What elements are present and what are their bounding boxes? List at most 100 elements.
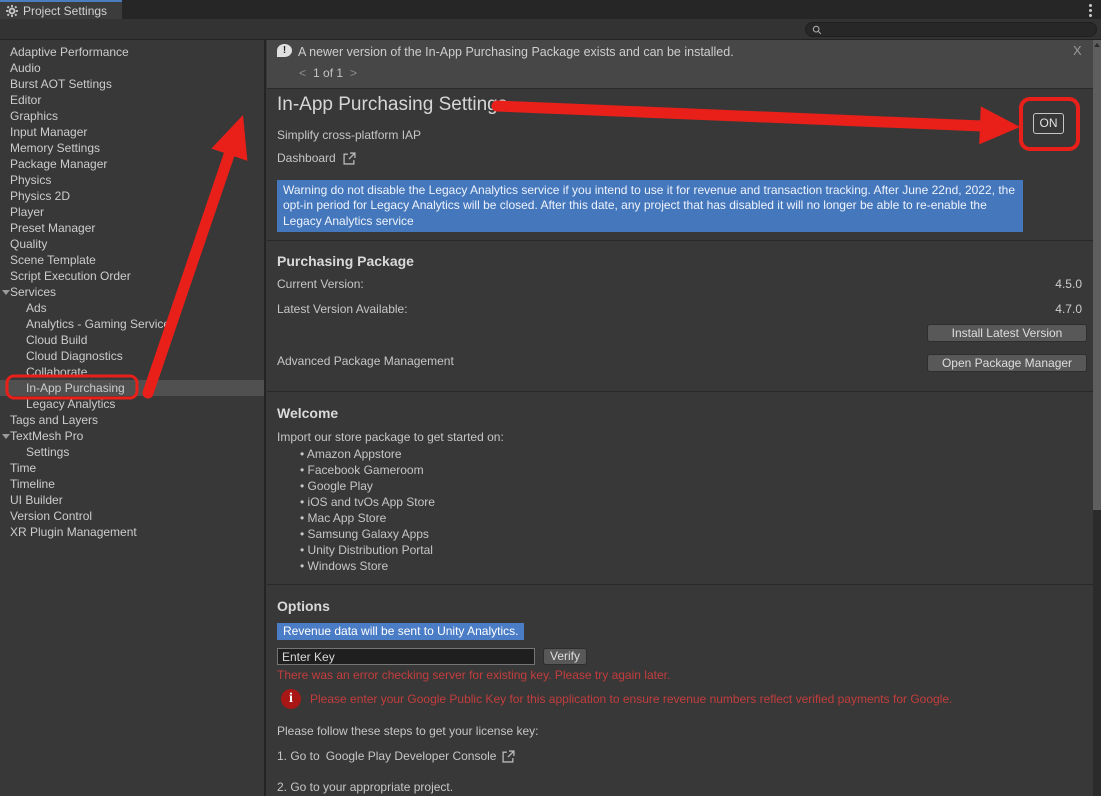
tab-title: Project Settings bbox=[23, 4, 107, 18]
tab-project-settings[interactable]: Project Settings bbox=[0, 0, 122, 19]
sidebar-item-physics[interactable]: Physics bbox=[0, 172, 264, 188]
sidebar-item-label: Version Control bbox=[10, 509, 92, 523]
sidebar-item-label: Tags and Layers bbox=[10, 413, 98, 427]
sidebar-item-ads[interactable]: Ads bbox=[0, 300, 264, 316]
pager-prev-icon[interactable]: < bbox=[299, 66, 306, 80]
sidebar-item-adaptive-performance[interactable]: Adaptive Performance bbox=[0, 44, 264, 60]
banner-message: A newer version of the In-App Purchasing… bbox=[298, 45, 734, 59]
sidebar-item-services[interactable]: Services bbox=[0, 284, 264, 300]
google-play-console-link[interactable]: Google Play Developer Console bbox=[326, 749, 497, 763]
title-bar: Project Settings bbox=[0, 0, 1101, 19]
search-field[interactable] bbox=[805, 22, 1097, 37]
iap-on-toggle-button[interactable]: ON bbox=[1033, 113, 1064, 134]
current-version-label: Current Version: bbox=[277, 277, 364, 291]
page-subtitle: Simplify cross-platform IAP bbox=[277, 128, 421, 142]
sidebar-item-legacy-analytics[interactable]: Legacy Analytics bbox=[0, 396, 264, 412]
sidebar-item-ui-builder[interactable]: UI Builder bbox=[0, 492, 264, 508]
sidebar-item-label: TextMesh Pro bbox=[10, 429, 83, 443]
verify-button[interactable]: Verify bbox=[543, 648, 587, 665]
sidebar-item-graphics[interactable]: Graphics bbox=[0, 108, 264, 124]
sidebar-item-label: Burst AOT Settings bbox=[10, 77, 112, 91]
google-key-input[interactable] bbox=[277, 648, 535, 665]
sidebar-item-label: Audio bbox=[10, 61, 41, 75]
sidebar-item-preset-manager[interactable]: Preset Manager bbox=[0, 220, 264, 236]
dashboard-link[interactable]: Dashboard bbox=[277, 151, 356, 165]
sidebar-item-tags-and-layers[interactable]: Tags and Layers bbox=[0, 412, 264, 428]
store-list-item: • Google Play bbox=[300, 478, 435, 494]
sidebar-item-label: UI Builder bbox=[10, 493, 63, 507]
sidebar-item-package-manager[interactable]: Package Manager bbox=[0, 156, 264, 172]
scrollbar-thumb[interactable] bbox=[1093, 40, 1101, 510]
sidebar-item-cloud-build[interactable]: Cloud Build bbox=[0, 332, 264, 348]
settings-main-panel: ! A newer version of the In-App Purchasi… bbox=[267, 40, 1093, 796]
open-package-manager-button[interactable]: Open Package Manager bbox=[927, 354, 1087, 372]
sidebar-item-in-app-purchasing[interactable]: In-App Purchasing bbox=[0, 380, 264, 396]
sidebar-item-label: Script Execution Order bbox=[10, 269, 131, 283]
sidebar-item-label: Ads bbox=[26, 301, 47, 315]
sidebar-item-label: Settings bbox=[26, 445, 69, 459]
sidebar-item-scene-template[interactable]: Scene Template bbox=[0, 252, 264, 268]
sidebar-item-label: Collaborate bbox=[26, 365, 87, 379]
sidebar-item-label: In-App Purchasing bbox=[26, 381, 125, 395]
banner-pager: < 1 of 1 > bbox=[299, 66, 357, 80]
store-list-item: • Facebook Gameroom bbox=[300, 462, 435, 478]
close-icon[interactable]: X bbox=[1073, 43, 1082, 58]
sidebar-item-label: Legacy Analytics bbox=[26, 397, 115, 411]
sidebar-item-xr-plugin-management[interactable]: XR Plugin Management bbox=[0, 524, 264, 540]
sidebar-item-input-manager[interactable]: Input Manager bbox=[0, 124, 264, 140]
update-notification-banner: ! A newer version of the In-App Purchasi… bbox=[267, 40, 1093, 89]
store-list-item: • Samsung Galaxy Apps bbox=[300, 526, 435, 542]
toolbar bbox=[0, 19, 1101, 40]
search-input[interactable] bbox=[822, 24, 1082, 36]
sidebar-item-textmesh-pro[interactable]: TextMesh Pro bbox=[0, 428, 264, 444]
sidebar-item-label: Physics bbox=[10, 173, 51, 187]
install-latest-version-button[interactable]: Install Latest Version bbox=[927, 324, 1087, 342]
sidebar-item-collaborate[interactable]: Collaborate bbox=[0, 364, 264, 380]
server-error-text: There was an error checking server for e… bbox=[277, 668, 670, 682]
sidebar-item-label: Graphics bbox=[10, 109, 58, 123]
store-list-item: • Unity Distribution Portal bbox=[300, 542, 435, 558]
sidebar-item-label: Cloud Diagnostics bbox=[26, 349, 123, 363]
sidebar-item-memory-settings[interactable]: Memory Settings bbox=[0, 140, 264, 156]
legacy-analytics-warning-box: Warning do not disable the Legacy Analyt… bbox=[277, 180, 1023, 232]
store-list-item: • Mac App Store bbox=[300, 510, 435, 526]
sidebar-item-script-execution-order[interactable]: Script Execution Order bbox=[0, 268, 264, 284]
sidebar-item-quality[interactable]: Quality bbox=[0, 236, 264, 252]
sidebar-item-settings[interactable]: Settings bbox=[0, 444, 264, 460]
vertical-scrollbar[interactable] bbox=[1093, 40, 1101, 796]
sidebar-item-label: Cloud Build bbox=[26, 333, 87, 347]
section-divider bbox=[267, 240, 1093, 241]
sidebar-item-burst-aot-settings[interactable]: Burst AOT Settings bbox=[0, 76, 264, 92]
sidebar-item-version-control[interactable]: Version Control bbox=[0, 508, 264, 524]
pager-next-icon[interactable]: > bbox=[350, 66, 357, 80]
latest-version-label: Latest Version Available: bbox=[277, 302, 408, 316]
sidebar-item-timeline[interactable]: Timeline bbox=[0, 476, 264, 492]
sidebar-item-label: Scene Template bbox=[10, 253, 96, 267]
scroll-up-icon[interactable] bbox=[1094, 43, 1100, 47]
sidebar-item-physics-2d[interactable]: Physics 2D bbox=[0, 188, 264, 204]
external-link-icon bbox=[502, 750, 515, 763]
step1-prefix: 1. Go to bbox=[277, 749, 320, 763]
sidebar-item-time[interactable]: Time bbox=[0, 460, 264, 476]
sidebar-item-label: Analytics - Gaming Services bbox=[26, 317, 176, 331]
store-list-item: • Windows Store bbox=[300, 558, 435, 574]
sidebar-item-audio[interactable]: Audio bbox=[0, 60, 264, 76]
sidebar-item-cloud-diagnostics[interactable]: Cloud Diagnostics bbox=[0, 348, 264, 364]
sidebar-item-player[interactable]: Player bbox=[0, 204, 264, 220]
section-divider bbox=[267, 391, 1093, 392]
pager-label: 1 of 1 bbox=[313, 66, 343, 80]
foldout-triangle-icon[interactable] bbox=[2, 290, 10, 295]
settings-sidebar: Adaptive PerformanceAudio Burst AOT Setti… bbox=[0, 40, 266, 796]
welcome-heading: Welcome bbox=[277, 405, 338, 421]
sidebar-item-editor[interactable]: Editor bbox=[0, 92, 264, 108]
sidebar-item-analytics-gaming-services[interactable]: Analytics - Gaming Services bbox=[0, 316, 264, 332]
search-icon bbox=[812, 25, 822, 35]
sidebar-item-label: XR Plugin Management bbox=[10, 525, 137, 539]
foldout-triangle-icon[interactable] bbox=[2, 434, 10, 439]
sidebar-item-label: Services bbox=[10, 285, 56, 299]
external-link-icon bbox=[343, 152, 356, 165]
section-divider bbox=[267, 584, 1093, 585]
sidebar-item-label: Timeline bbox=[10, 477, 55, 491]
kebab-menu-icon[interactable] bbox=[1085, 3, 1095, 17]
sidebar-item-label: Time bbox=[10, 461, 36, 475]
